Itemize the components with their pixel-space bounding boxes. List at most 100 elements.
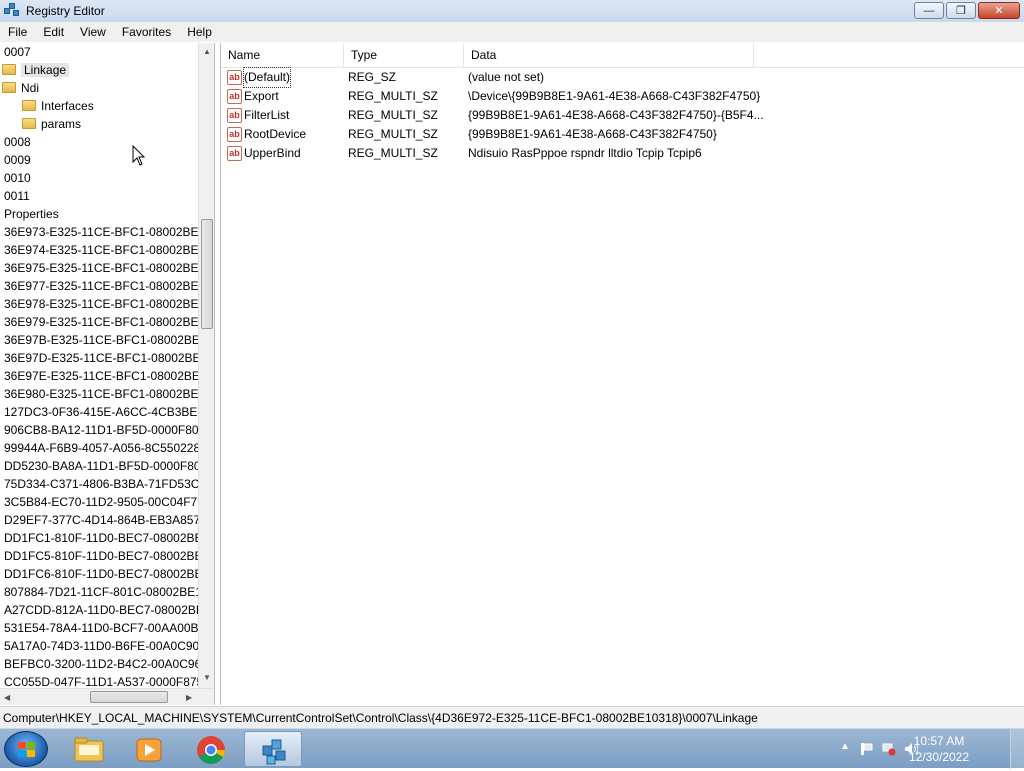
tree-item[interactable]: 36E978-E325-11CE-BFC1-08002BE103 bbox=[4, 295, 214, 313]
tree-item[interactable]: 127DC3-0F36-415E-A6CC-4CB3BE910 bbox=[4, 403, 215, 421]
tree-item[interactable]: 0011 bbox=[4, 187, 30, 205]
list-row[interactable]: ab (Default) REG_SZ (value not set) bbox=[221, 67, 1024, 88]
registry-tree[interactable]: 0007 Linkage NdiInterfaces ▷params 0008 0009 0… bbox=[0, 43, 215, 705]
string-value-icon: ab bbox=[227, 70, 242, 85]
tree-item[interactable]: 36E974-E325-11CE-BFC1-08002BE103 bbox=[4, 241, 215, 259]
value-type: REG_MULTI_SZ bbox=[348, 146, 438, 160]
tree-item[interactable]: 36E973-E325-11CE-BFC1-08002BE103 bbox=[4, 223, 214, 241]
menu-help[interactable]: Help bbox=[179, 22, 220, 42]
menu-favorites[interactable]: Favorites bbox=[114, 22, 179, 42]
tree-item[interactable]: A27CDD-812A-11D0-BEC7-08002BE20 bbox=[4, 601, 214, 619]
values-list[interactable]: Name Type Data ab (Default) REG_SZ (value n… bbox=[220, 43, 1024, 705]
tree-item[interactable]: 75D334-C371-4806-B3BA-71FD53C92 bbox=[4, 475, 213, 493]
tree-item[interactable]: 36E977-E325-11CE-BFC1-08002BE103 bbox=[4, 277, 214, 295]
tree-item-label: 36E979-E325-11CE-BFC1-08002BE103 bbox=[4, 315, 215, 329]
close-button[interactable]: ✕ bbox=[978, 2, 1020, 19]
menu-view[interactable]: View bbox=[72, 22, 114, 42]
tree-item[interactable]: DD1FC6-810F-11D0-BEC7-08002BE209 bbox=[4, 565, 215, 583]
folder-icon bbox=[2, 82, 16, 94]
string-value-icon: ab bbox=[227, 127, 242, 142]
tree-item[interactable]: 36E980-E325-11CE-BFC1-08002BE103 bbox=[4, 385, 214, 403]
clock[interactable]: 10:57 AM 12/30/2022 bbox=[904, 733, 974, 765]
scroll-up-icon[interactable]: ▲ bbox=[203, 47, 211, 56]
show-hidden-icons-icon[interactable]: ▲ bbox=[840, 741, 850, 752]
network-icon[interactable] bbox=[882, 742, 896, 756]
tree-item-label: Interfaces bbox=[41, 99, 94, 113]
tree-item[interactable]: Properties bbox=[4, 205, 59, 223]
tree-item[interactable]: D29EF7-377C-4D14-864B-EB3A857693 bbox=[4, 511, 215, 529]
tree-item[interactable]: 807884-7D21-11CF-801C-08002BE103 bbox=[4, 583, 214, 601]
tree-item[interactable]: 36E975-E325-11CE-BFC1-08002BE103 bbox=[4, 259, 214, 277]
taskbar-registry-editor[interactable] bbox=[244, 731, 302, 767]
show-desktop-button[interactable] bbox=[1010, 729, 1024, 769]
tree-item[interactable]: 0009 bbox=[4, 151, 31, 169]
tree-item[interactable]: ▷params bbox=[22, 115, 81, 133]
tree-item[interactable]: BEFBC0-3200-11D2-B4C2-00A0C9697 bbox=[4, 655, 214, 673]
tree-item[interactable]: 36E97E-E325-11CE-BFC1-08002BE103 bbox=[4, 367, 214, 385]
menu-edit[interactable]: Edit bbox=[35, 22, 72, 42]
window-controls: — ❐ ✕ bbox=[914, 2, 1020, 19]
folder-icon bbox=[22, 100, 36, 112]
start-button[interactable] bbox=[4, 731, 48, 767]
list-row[interactable]: ab RootDevice REG_MULTI_SZ {99B9B8E1-9A61-4… bbox=[221, 125, 1024, 144]
list-row[interactable]: ab FilterList REG_MULTI_SZ {99B9B8E1-9A61-4… bbox=[221, 106, 1024, 125]
taskbar-media-player[interactable] bbox=[120, 731, 178, 767]
tree-item[interactable]: 0007 bbox=[4, 43, 31, 61]
value-data: \Device\{99B9B8E1-9A61-4E38-A668-C43F382… bbox=[468, 89, 761, 103]
string-value-icon: ab bbox=[227, 146, 242, 161]
menu-bar: File Edit View Favorites Help bbox=[0, 22, 1024, 42]
tree-item[interactable]: 906CB8-BA12-11D1-BF5D-0000F805F5 bbox=[4, 421, 214, 439]
value-data: {99B9B8E1-9A61-4E38-A668-C43F382F4750}-{… bbox=[468, 108, 764, 122]
tree-item[interactable]: 36E97B-E325-11CE-BFC1-08002BE103 bbox=[4, 331, 214, 349]
tree-item-label: Linkage bbox=[21, 63, 70, 77]
tree-item-label: 0008 bbox=[4, 135, 31, 149]
taskbar-file-explorer[interactable] bbox=[60, 731, 118, 767]
tree-item[interactable]: 0010 bbox=[4, 169, 31, 187]
tree-item[interactable]: Ndi bbox=[2, 79, 39, 97]
tree-item[interactable]: 36E97D-E325-11CE-BFC1-08002BE103 bbox=[4, 349, 214, 367]
tree-item-label: 5A17A0-74D3-11D0-B6FE-00A0C90F5 bbox=[4, 639, 214, 653]
tree-vertical-scrollbar[interactable]: ▲ ▼ bbox=[198, 43, 214, 688]
tree-item[interactable]: 0008 bbox=[4, 133, 31, 151]
tree-item-label: D29EF7-377C-4D14-864B-EB3A857693 bbox=[4, 513, 215, 527]
column-header-data[interactable]: Data bbox=[464, 43, 754, 68]
tree-item-label: 75D334-C371-4806-B3BA-71FD53C92 bbox=[4, 477, 213, 491]
taskbar: ▲ 10:57 AM 12/30/2022 bbox=[0, 728, 1024, 769]
tree-horizontal-scrollbar[interactable]: ◀ ▶ bbox=[0, 688, 214, 705]
tree-item[interactable]: 99944A-F6B9-4057-A056-8C55022854 bbox=[4, 439, 214, 457]
maximize-button[interactable]: ❐ bbox=[946, 2, 976, 19]
tree-item[interactable]: Interfaces bbox=[22, 97, 94, 115]
tree-item[interactable]: Linkage bbox=[2, 61, 70, 79]
minimize-icon: — bbox=[923, 4, 935, 17]
value-name: RootDevice bbox=[244, 127, 307, 141]
column-header-name[interactable]: Name bbox=[221, 43, 344, 68]
tree-item-label: DD1FC6-810F-11D0-BEC7-08002BE209 bbox=[4, 567, 215, 581]
tree-item[interactable]: 531E54-78A4-11D0-BCF7-00AA00B7B bbox=[4, 619, 213, 637]
minimize-button[interactable]: — bbox=[914, 2, 944, 19]
tree-item-label: 36E974-E325-11CE-BFC1-08002BE103 bbox=[4, 243, 215, 257]
tree-item[interactable]: 36E979-E325-11CE-BFC1-08002BE103 bbox=[4, 313, 215, 331]
tree-item-label: 127DC3-0F36-415E-A6CC-4CB3BE910 bbox=[4, 405, 215, 419]
tree-item[interactable]: 3C5B84-EC70-11D2-9505-00C04F79DE bbox=[4, 493, 214, 511]
tree-item[interactable]: DD1FC1-810F-11D0-BEC7-08002BE209 bbox=[4, 529, 214, 547]
tree-item-label: 0007 bbox=[4, 45, 31, 59]
tree-item[interactable]: DD1FC5-810F-11D0-BEC7-08002BE209 bbox=[4, 547, 214, 565]
taskbar-chrome[interactable] bbox=[182, 731, 240, 767]
windows-logo-icon bbox=[18, 742, 36, 758]
value-name: FilterList bbox=[244, 108, 290, 122]
mouse-cursor-icon bbox=[132, 145, 146, 166]
menu-file[interactable]: File bbox=[0, 22, 35, 42]
tree-item[interactable]: DD5230-BA8A-11D1-BF5D-0000F805F bbox=[4, 457, 214, 475]
list-row[interactable]: ab Export REG_MULTI_SZ \Device\{99B9B8E1-9A… bbox=[221, 87, 1024, 106]
scroll-left-icon[interactable]: ◀ bbox=[4, 693, 10, 702]
tree-vertical-scroll-thumb[interactable] bbox=[201, 219, 213, 329]
action-center-flag-icon[interactable] bbox=[860, 742, 874, 756]
clock-date: 12/30/2022 bbox=[908, 750, 970, 764]
scroll-down-icon[interactable]: ▼ bbox=[203, 673, 211, 682]
tree-item[interactable]: 5A17A0-74D3-11D0-B6FE-00A0C90F5 bbox=[4, 637, 213, 655]
column-header-type[interactable]: Type bbox=[344, 43, 464, 68]
tree-item-label: params bbox=[41, 117, 82, 131]
scroll-right-icon[interactable]: ▶ bbox=[186, 693, 192, 702]
tree-horizontal-scroll-thumb[interactable] bbox=[90, 691, 168, 703]
list-row[interactable]: ab UpperBind REG_MULTI_SZ Ndisuio RasPppoe … bbox=[221, 144, 1024, 163]
